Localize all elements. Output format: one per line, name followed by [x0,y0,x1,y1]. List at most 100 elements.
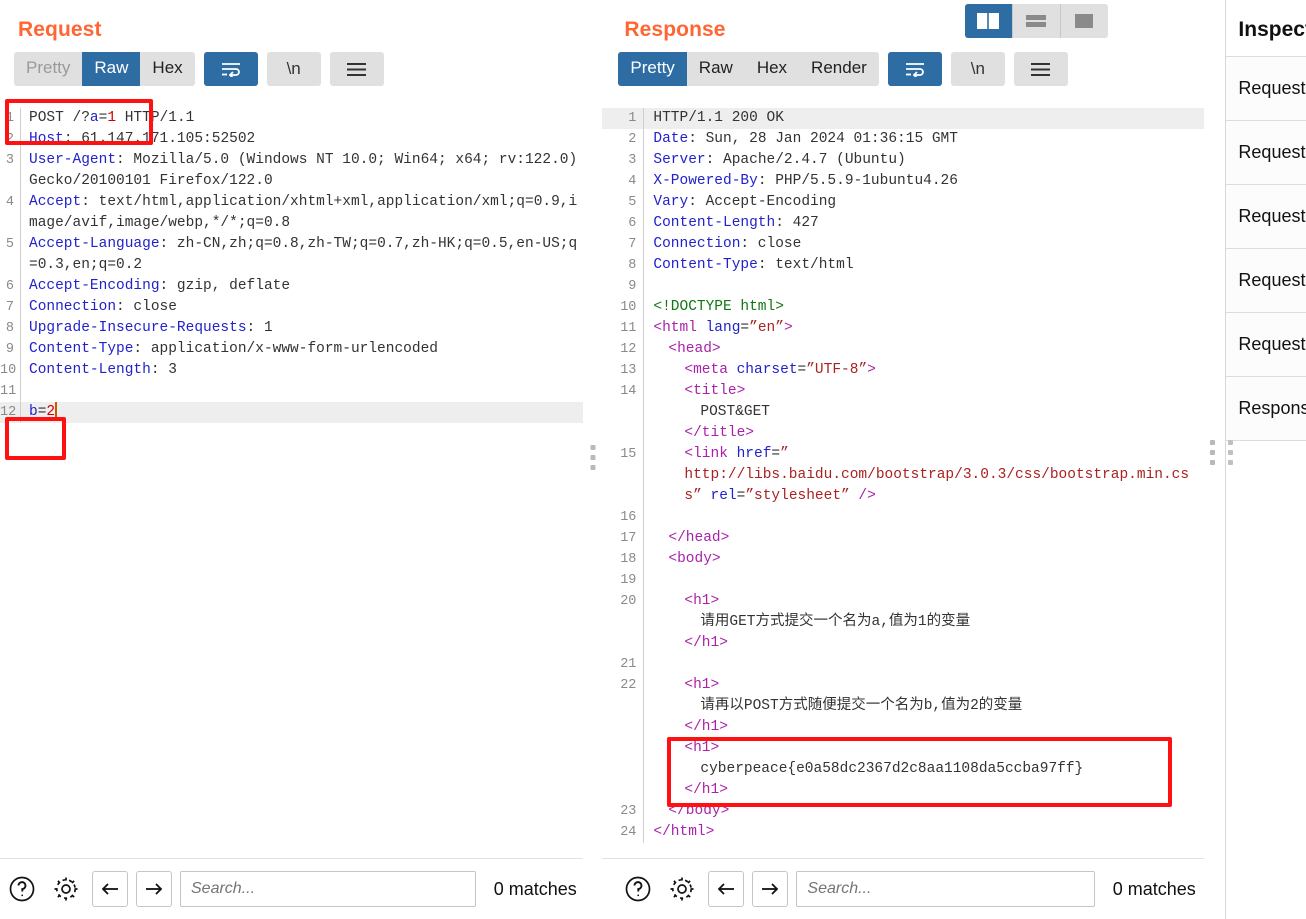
request-tab-hex[interactable]: Hex [140,52,194,86]
response-prev-match-button[interactable] [708,871,745,907]
editor-line[interactable]: 7 Connection: close [0,297,583,318]
request-editor[interactable]: 1 POST /?a=1 HTTP/1.1 2 Host: 61.147.171.10… [0,108,583,859]
editor-line[interactable]: 6 Accept-Encoding: gzip, deflate [0,276,583,297]
response-tab-render[interactable]: Render [799,52,879,86]
request-question-mark-icon[interactable] [4,871,40,907]
request-next-match-button[interactable] [136,871,172,907]
line-text: <title> [684,383,746,399]
response-gear-icon[interactable] [664,871,700,907]
editor-line[interactable]: 11 <html lang=”en”> [602,318,1203,339]
line-text: </h1> [684,635,728,651]
editor-line[interactable]: 7 Connection: close [602,234,1203,255]
editor-line[interactable]: 19 [602,570,1203,591]
request-tab-pretty[interactable]: Pretty [14,52,82,86]
request-view-tabs[interactable]: Pretty Raw Hex [14,52,195,86]
line-number: 11 [620,321,637,336]
editor-line[interactable]: </title> [602,423,1203,444]
response-tab-pretty[interactable]: Pretty [618,52,687,86]
editor-line[interactable]: http://libs.baidu.com/bootstrap/3.0.3/cs… [602,465,1203,507]
layout-mode-buttons[interactable] [964,4,1108,38]
editor-line[interactable]: 5 Accept-Language: zh-CN,zh;q=0.8,zh-TW;q… [0,234,583,276]
editor-line[interactable]: 16 [602,507,1203,528]
editor-line[interactable]: 24 </html> [602,822,1203,843]
editor-line[interactable]: 5 Vary: Accept-Encoding [602,192,1203,213]
response-tab-raw[interactable]: Raw [687,52,745,86]
response-match-count: 0 matches [1112,878,1196,899]
editor-line[interactable]: 8 Content-Type: text/html [602,255,1203,276]
editor-line[interactable]: 请再以POST方式随便提交一个名为b,值为2的变量 [602,696,1203,717]
editor-line[interactable]: 9 [602,276,1203,297]
line-number: 2 [5,132,14,147]
response-menu-icon[interactable] [1013,52,1068,86]
response-question-mark-icon[interactable] [620,871,656,907]
editor-line[interactable]: 1 HTTP/1.1 200 OK [602,108,1204,129]
editor-line[interactable]: 1 POST /?a=1 HTTP/1.1 [0,108,583,129]
request-tab-raw[interactable]: Raw [82,52,141,86]
line-text: </body> [668,803,730,819]
line-text: Vary: Accept-Encoding [653,194,837,210]
editor-line[interactable]: 20 <h1> [602,591,1203,612]
request-menu-icon[interactable] [329,52,384,86]
layout-stacked-icon[interactable] [1011,4,1060,38]
request-search-box[interactable] [180,871,476,907]
editor-line[interactable]: 15 <link href=” [602,444,1203,465]
response-word-wrap-icon[interactable] [887,52,942,86]
editor-line[interactable]: cyberpeace{e0a58dc2367d2c8aa1108da5ccba9… [602,759,1203,780]
editor-line[interactable]: 12 b=2 [0,402,583,423]
editor-line[interactable]: 2 Date: Sun, 28 Jan 2024 01:36:15 GMT [602,129,1203,150]
response-tab-hex[interactable]: Hex [745,52,799,86]
inspector-row-0[interactable]: Request attributes [1226,56,1306,120]
editor-line[interactable]: 10 <!DOCTYPE html> [602,297,1203,318]
inspector-splitter[interactable] [1203,0,1227,919]
request-toolbar: Pretty Raw Hex \n [0,42,583,86]
response-bottom-bar: 0 matches [602,858,1204,919]
editor-line[interactable]: 21 [602,654,1203,675]
request-search-input[interactable] [189,879,467,899]
editor-line[interactable]: 6 Content-Length: 427 [602,213,1203,234]
response-search-input[interactable] [805,879,1086,899]
editor-line[interactable]: </h1> [602,717,1203,738]
editor-line[interactable]: 8 Upgrade-Insecure-Requests: 1 [0,318,583,339]
editor-line[interactable]: 17 </head> [602,528,1203,549]
editor-line[interactable]: 10 Content-Length: 3 [0,360,583,381]
response-editor[interactable]: 1 HTTP/1.1 200 OK 2 Date: Sun, 28 Jan 2024 … [602,108,1204,859]
inspector-row-1[interactable]: Request query parameters [1226,120,1306,184]
inspector-row-2[interactable]: Request body parameters [1226,184,1306,248]
editor-line[interactable]: 22 <h1> [602,675,1203,696]
inspector-row-4[interactable]: Request headers [1226,312,1306,376]
editor-line[interactable]: POST&GET [602,402,1203,423]
request-prev-match-button[interactable] [92,871,128,907]
editor-line[interactable]: 11 [0,381,583,402]
response-search-box[interactable] [796,871,1095,907]
editor-line[interactable]: 3 User-Agent: Mozilla/5.0 (Windows NT 10.… [0,150,583,192]
inspector-row-5[interactable]: Response headers [1226,376,1306,441]
request-gear-icon[interactable] [48,871,84,907]
editor-line[interactable]: 2 Host: 61.147.171.105:52502 [0,129,583,150]
request-word-wrap-icon[interactable] [203,52,258,86]
editor-line[interactable]: 14 <title> [602,381,1203,402]
request-newline-icon[interactable]: \n [266,52,321,86]
panel-splitter[interactable] [582,0,603,919]
response-newline-icon[interactable]: \n [950,52,1005,86]
layout-single-icon[interactable] [1059,4,1108,38]
editor-line[interactable]: 4 X-Powered-By: PHP/5.5.9-1ubuntu4.26 [602,171,1203,192]
editor-line[interactable]: 4 Accept: text/html,application/xhtml+xml… [0,192,583,234]
line-text: Connection: close [29,299,177,315]
editor-line[interactable]: 23 </body> [602,801,1203,822]
editor-line[interactable]: 18 <body> [602,549,1203,570]
line-number: 10 [620,300,637,315]
editor-line[interactable]: </h1> [602,780,1203,801]
editor-line[interactable]: 12 <head> [602,339,1203,360]
editor-line[interactable]: 9 Content-Type: application/x-www-form-ur… [0,339,583,360]
line-number: 4 [628,174,637,189]
line-text [644,276,1203,297]
response-next-match-button[interactable] [752,871,789,907]
inspector-row-3[interactable]: Request cookies [1226,248,1306,312]
response-view-tabs[interactable]: Pretty Raw Hex Render [618,52,879,86]
editor-line[interactable]: 3 Server: Apache/2.4.7 (Ubuntu) [602,150,1203,171]
editor-line[interactable]: </h1> [602,633,1203,654]
editor-line[interactable]: <h1> [602,738,1203,759]
editor-line[interactable]: 13 <meta charset=”UTF-8”> [602,360,1203,381]
editor-line[interactable]: 请用GET方式提交一个名为a,值为1的变量 [602,612,1203,633]
layout-side-by-side-icon[interactable] [964,4,1012,38]
